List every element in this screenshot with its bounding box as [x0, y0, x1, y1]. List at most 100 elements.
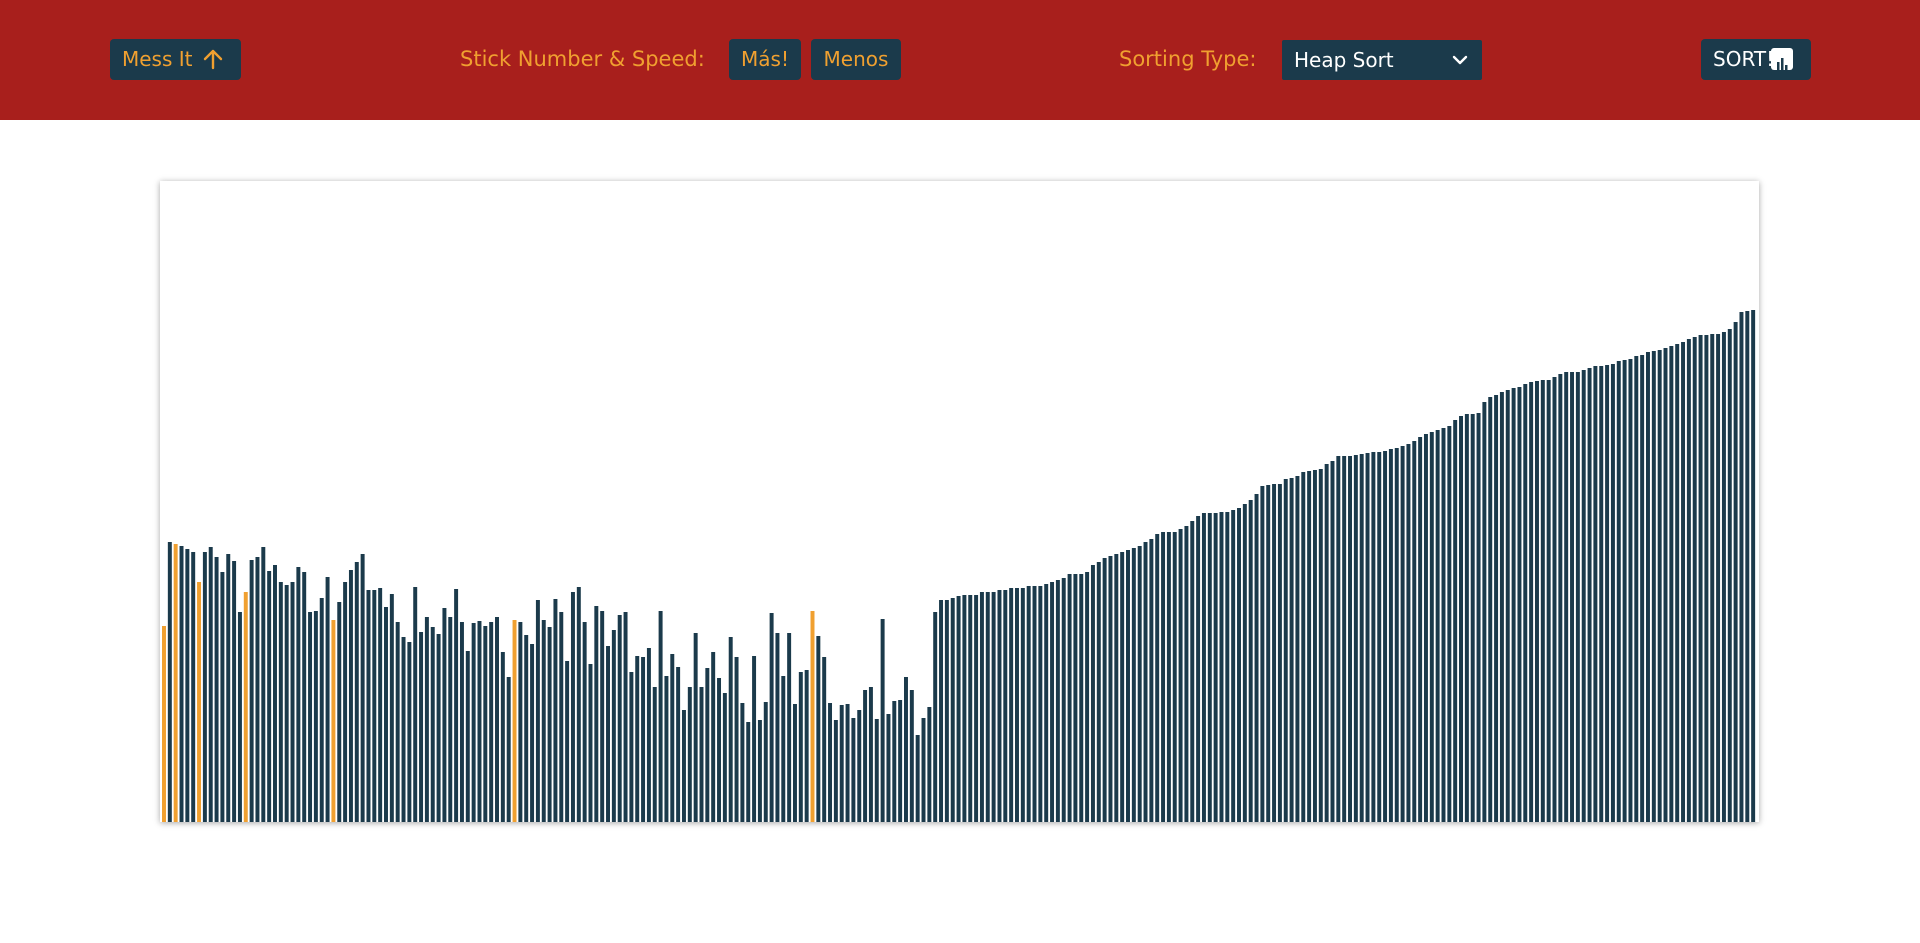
stick-bar	[541, 620, 546, 822]
stick-bar	[535, 600, 540, 822]
stick-bar	[717, 678, 722, 822]
stick-bar	[1126, 550, 1130, 822]
stick-bar	[652, 687, 657, 822]
stick-bar	[1546, 380, 1551, 822]
stick-bar	[261, 547, 266, 822]
stick-bar	[699, 687, 704, 822]
stick-bar	[1295, 476, 1300, 822]
stick-bar	[477, 621, 482, 822]
sorting-type-label: Sorting Type:	[1119, 47, 1257, 71]
stick-bar	[512, 620, 517, 822]
stick-bar	[1330, 461, 1335, 822]
stick-bar	[389, 594, 394, 822]
stick-bar	[1704, 335, 1709, 822]
stick-bar	[757, 720, 762, 822]
sorting-type-select[interactable]: Heap Sort	[1282, 40, 1482, 80]
stick-bar	[740, 703, 745, 822]
sorting-type-value: Heap Sort	[1294, 48, 1394, 72]
stick-bar	[646, 648, 651, 822]
stick-bar	[1710, 334, 1715, 822]
stick-bar	[1482, 402, 1487, 822]
stick-bar	[1745, 311, 1750, 822]
stick-bar	[804, 670, 809, 822]
stick-bar	[734, 657, 739, 822]
stick-bar	[1476, 413, 1481, 822]
stick-bar	[1225, 512, 1230, 822]
stick-bar	[950, 598, 955, 822]
stick-bar	[711, 652, 716, 822]
stick-bar	[337, 602, 342, 822]
stick-bar	[1517, 387, 1522, 822]
stick-number-speed-label: Stick Number & Speed:	[460, 47, 705, 71]
stick-bar	[436, 634, 441, 822]
stick-bar	[1716, 334, 1721, 822]
stick-bar	[1324, 464, 1329, 822]
stick-bar	[1505, 390, 1510, 822]
stick-bar	[600, 611, 605, 822]
stick-bar	[1681, 342, 1686, 822]
stick-bar	[313, 611, 318, 822]
stick-bar	[197, 582, 202, 822]
stick-bar	[991, 592, 996, 822]
stick-bar	[208, 547, 213, 822]
stick-bar	[1032, 586, 1037, 822]
stick-bar	[810, 611, 815, 822]
stick-bar	[588, 664, 593, 822]
stick-bar	[1488, 397, 1493, 822]
stick-bar	[1096, 562, 1101, 822]
stick-bar	[1511, 388, 1516, 822]
stick-bar	[1003, 590, 1008, 822]
stick-bar	[1073, 574, 1078, 822]
stick-bar	[1038, 586, 1043, 822]
stick-bar	[273, 565, 277, 822]
stick-bar	[1529, 382, 1534, 822]
stick-bar	[1605, 365, 1610, 822]
stick-bar	[1412, 441, 1417, 822]
stick-bar	[348, 570, 353, 822]
stick-bar	[1575, 372, 1580, 822]
stick-bar	[956, 596, 961, 822]
stick-bar	[997, 590, 1002, 822]
stick-bar	[226, 554, 231, 822]
stick-bar	[635, 656, 640, 822]
stick-bar	[343, 582, 348, 822]
more-button[interactable]: Más!	[729, 39, 801, 80]
stick-bar	[623, 612, 628, 822]
sort-button[interactable]: SORT!	[1701, 39, 1811, 80]
stick-bar	[1435, 430, 1440, 822]
stick-bar	[904, 677, 908, 822]
stick-bar	[553, 599, 558, 822]
stick-bar	[915, 735, 920, 822]
stick-bar	[1581, 370, 1586, 822]
stick-bar	[722, 693, 727, 822]
stick-bar	[465, 651, 470, 822]
stick-bar	[1108, 556, 1113, 822]
stick-bar	[1219, 512, 1224, 822]
mess-it-button[interactable]: Mess It	[110, 39, 241, 80]
stick-bar	[1201, 513, 1206, 822]
stick-bar	[1534, 381, 1539, 822]
stick-bar	[471, 623, 476, 822]
stick-bar	[874, 719, 879, 822]
stick-bar	[424, 617, 429, 822]
stick-bar	[1721, 332, 1726, 822]
stick-bar	[1342, 456, 1347, 822]
stick-bar	[962, 595, 967, 822]
stick-bar	[419, 632, 424, 822]
stick-bar	[237, 612, 242, 822]
stick-bar	[290, 582, 295, 822]
stick-bar	[325, 577, 330, 822]
stick-bar	[1558, 374, 1563, 822]
stick-bar	[1552, 377, 1557, 822]
stick-bar	[857, 710, 862, 822]
stick-bar	[1616, 361, 1621, 822]
stick-bar	[1143, 542, 1148, 822]
stick-bar	[1085, 572, 1090, 822]
stick-bar	[319, 598, 324, 822]
stick-bar	[1675, 344, 1680, 822]
less-button[interactable]: Menos	[811, 39, 901, 80]
stick-bar	[909, 690, 914, 822]
stick-bar	[705, 668, 710, 822]
stick-bar	[1009, 588, 1014, 822]
stick-bar	[1254, 494, 1259, 822]
